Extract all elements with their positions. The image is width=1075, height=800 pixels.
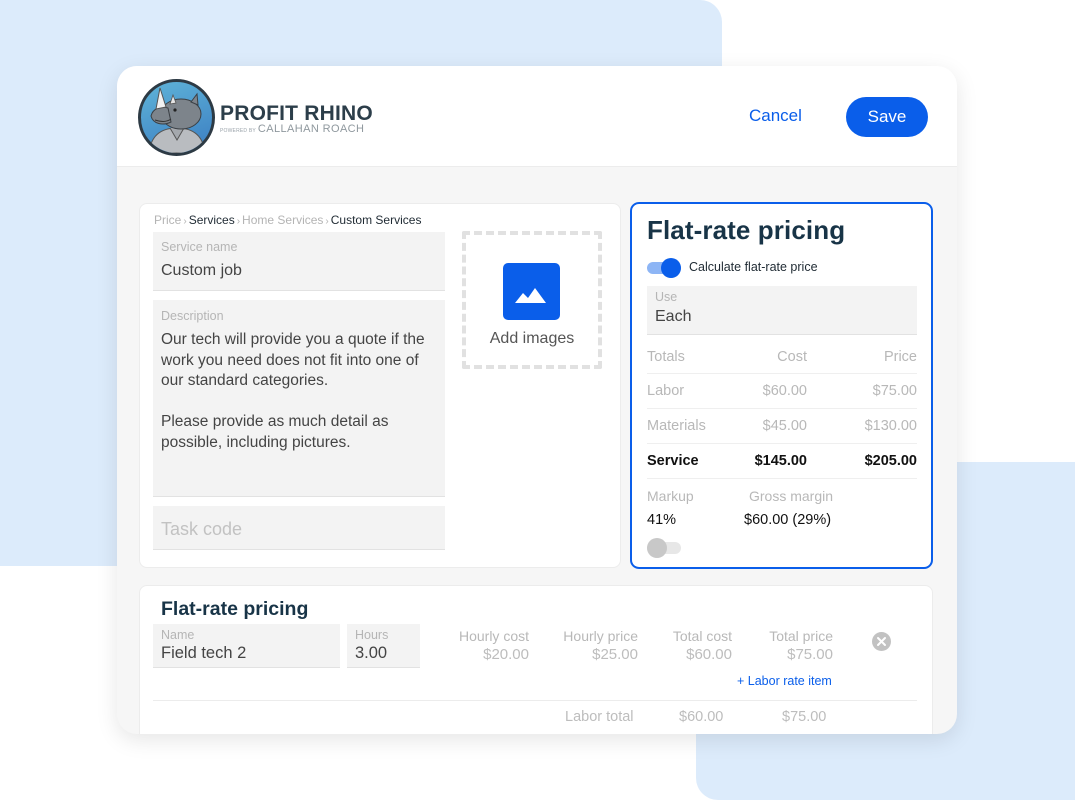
gross-margin-label: Gross margin bbox=[749, 488, 834, 504]
pricing-panel-title: Flat-rate pricing bbox=[647, 215, 846, 245]
total-price-column: Total price $75.00 bbox=[743, 628, 833, 663]
labor-total-label: Labor total bbox=[565, 709, 634, 725]
service-name-label: Service name bbox=[161, 240, 238, 254]
use-select[interactable]: Use Each bbox=[647, 286, 917, 335]
flat-rate-pricing-panel: Flat-rate pricing Calculate flat-rate pr… bbox=[630, 202, 933, 569]
logo: PROFIT RHINO POWERED BY CALLAHAN ROACH bbox=[220, 102, 373, 136]
labor-divider bbox=[153, 700, 917, 701]
service-details-card: Price › Services › Home Services › Custom Serv… bbox=[139, 203, 621, 568]
add-images-label: Add images bbox=[489, 330, 575, 347]
row-cost: $45.00 bbox=[762, 418, 807, 434]
use-value[interactable]: Each bbox=[655, 308, 691, 326]
toggle-knob bbox=[661, 258, 681, 278]
service-name-input[interactable]: Custom job bbox=[161, 262, 242, 280]
labor-total-price: $75.00 bbox=[782, 709, 827, 725]
hourly-price-value: $25.00 bbox=[592, 646, 638, 663]
breadcrumb-item-services[interactable]: Services bbox=[189, 213, 235, 227]
labor-hours-input[interactable]: 3.00 bbox=[355, 644, 387, 663]
logo-title: PROFIT RHINO bbox=[220, 102, 373, 125]
gross-margin-value: $60.00 (29%) bbox=[744, 512, 832, 528]
labor-name-field[interactable]: Name Field tech 2 bbox=[153, 624, 340, 668]
total-cost-column: Total cost $60.00 bbox=[645, 628, 732, 663]
row-label: Materials bbox=[647, 418, 706, 434]
calculate-flat-rate-label: Calculate flat-rate price bbox=[689, 260, 818, 274]
calculate-flat-rate-toggle[interactable] bbox=[647, 258, 681, 278]
total-cost-value: $60.00 bbox=[686, 646, 732, 663]
labor-hours-label: Hours bbox=[355, 628, 389, 642]
use-label: Use bbox=[655, 290, 678, 304]
totals-table: Totals Cost Price Labor $60.00 $75.00 Ma… bbox=[647, 344, 917, 479]
row-cost: $145.00 bbox=[754, 453, 807, 469]
service-editor-window: PROFIT RHINO POWERED BY CALLAHAN ROACH C… bbox=[117, 66, 957, 734]
markup-value: 41% bbox=[647, 512, 677, 528]
row-cost: $60.00 bbox=[762, 383, 807, 399]
labor-section-title: Flat-rate pricing bbox=[161, 598, 309, 620]
totals-header-row: Totals Cost Price bbox=[647, 344, 917, 374]
labor-name-label: Name bbox=[161, 628, 195, 642]
breadcrumb: Price › Services › Home Services › Custom Serv… bbox=[154, 213, 421, 227]
logo-company: CALLAHAN ROACH bbox=[257, 123, 365, 135]
add-labor-rate-item-link[interactable]: + Labor rate item bbox=[737, 674, 832, 688]
close-circle-icon[interactable] bbox=[872, 632, 891, 651]
breadcrumb-item-price[interactable]: Price bbox=[154, 213, 181, 227]
breadcrumb-separator: › bbox=[325, 216, 329, 227]
labor-name-input[interactable]: Field tech 2 bbox=[161, 644, 246, 663]
markup-label: Markup bbox=[647, 488, 694, 504]
description-label: Description bbox=[161, 309, 224, 323]
task-code-input[interactable]: Task code bbox=[161, 519, 242, 540]
labor-rates-card: Flat-rate pricing Name Field tech 2 Hour… bbox=[139, 585, 933, 734]
hourly-price-column: Hourly price $25.00 bbox=[538, 628, 638, 663]
breadcrumb-item-home-services[interactable]: Home Services bbox=[242, 213, 323, 227]
task-code-field[interactable]: Task code bbox=[153, 506, 445, 550]
rhino-mascot-icon bbox=[138, 79, 215, 156]
row-label: Service bbox=[647, 453, 699, 469]
image-mountain-icon bbox=[503, 263, 560, 320]
labor-total-cost: $60.00 bbox=[679, 709, 724, 725]
row-price: $75.00 bbox=[872, 383, 917, 399]
breadcrumb-separator: › bbox=[236, 216, 241, 227]
toggle-knob bbox=[647, 538, 667, 558]
totals-row-materials: Materials $45.00 $130.00 bbox=[647, 409, 917, 444]
cancel-button[interactable]: Cancel bbox=[749, 106, 802, 126]
hourly-cost-value: $20.00 bbox=[483, 646, 529, 663]
save-button[interactable]: Save bbox=[846, 97, 928, 137]
service-name-field[interactable]: Service name Custom job bbox=[153, 232, 445, 291]
cost-header: Cost bbox=[777, 349, 807, 365]
secondary-toggle[interactable] bbox=[647, 538, 681, 558]
app-header: PROFIT RHINO POWERED BY CALLAHAN ROACH C… bbox=[117, 66, 957, 167]
hourly-cost-column: Hourly cost $20.00 bbox=[433, 628, 529, 663]
description-textarea[interactable]: Our tech will provide you a quote if the… bbox=[161, 330, 436, 453]
row-price: $130.00 bbox=[864, 418, 917, 434]
totals-row-labor: Labor $60.00 $75.00 bbox=[647, 374, 917, 409]
total-price-value: $75.00 bbox=[787, 646, 833, 663]
description-field[interactable]: Description Our tech will provide you a … bbox=[153, 300, 445, 497]
total-price-label: Total price bbox=[769, 628, 833, 644]
total-cost-label: Total cost bbox=[672, 628, 732, 644]
totals-header: Totals bbox=[647, 349, 685, 365]
totals-row-service: Service $145.00 $205.00 bbox=[647, 444, 917, 479]
hourly-price-label: Hourly price bbox=[563, 628, 638, 644]
breadcrumb-item-custom-services[interactable]: Custom Services bbox=[331, 213, 422, 227]
labor-hours-field[interactable]: Hours 3.00 bbox=[347, 624, 420, 668]
add-images-dropzone[interactable]: Add images bbox=[462, 231, 602, 369]
breadcrumb-separator: › bbox=[183, 216, 187, 227]
price-header: Price bbox=[883, 349, 917, 365]
row-label: Labor bbox=[647, 383, 685, 399]
hourly-cost-label: Hourly cost bbox=[458, 628, 529, 644]
logo-powered-by: POWERED BY bbox=[220, 128, 256, 134]
row-price: $205.00 bbox=[864, 453, 917, 469]
